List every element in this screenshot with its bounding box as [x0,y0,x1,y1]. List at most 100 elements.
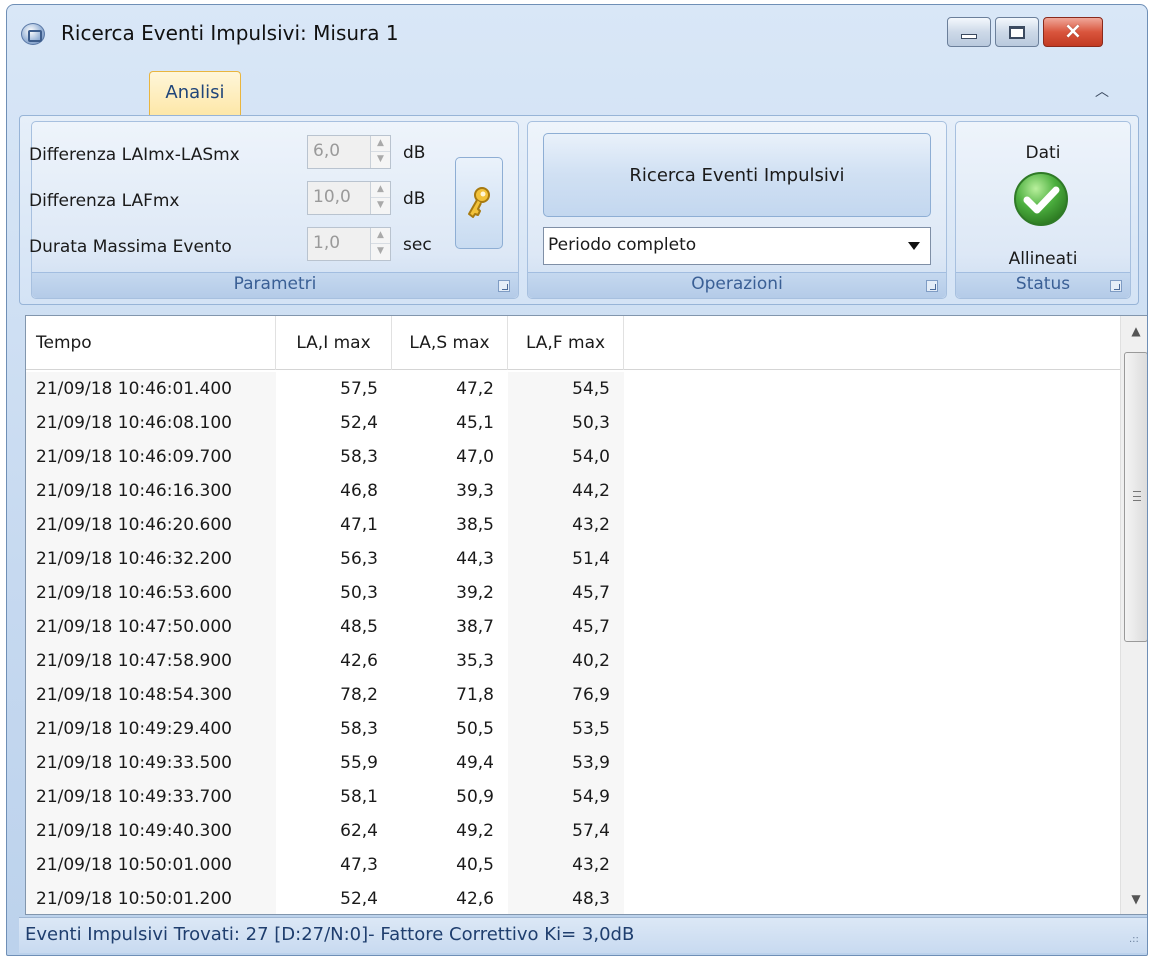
chevron-down-icon[interactable] [908,242,920,250]
table-row[interactable]: 21/09/18 10:47:58.900 42,6 35,3 40,2 [26,644,1120,678]
table-row[interactable]: 21/09/18 10:46:08.100 52,4 45,1 50,3 [26,406,1120,440]
status-launcher-icon[interactable] [1110,280,1122,292]
scrollbar-thumb[interactable] [1124,352,1147,642]
laimx-lasmx-stepper[interactable]: 6,0 ▲ ▼ [307,135,391,169]
scroll-up-icon[interactable]: ▲ [1121,316,1147,346]
maximize-icon [1009,25,1025,39]
stepper-up-icon[interactable]: ▲ [371,228,390,244]
close-icon: × [1063,19,1083,44]
cell-tempo: 21/09/18 10:48:54.300 [26,678,276,712]
resize-grip-icon[interactable]: .:: [1129,933,1143,947]
ricerca-eventi-button[interactable]: Ricerca Eventi Impulsivi [543,133,931,217]
table-row[interactable]: 21/09/18 10:49:33.500 55,9 49,4 53,9 [26,746,1120,780]
maximize-button[interactable] [995,17,1039,47]
cell-tempo: 21/09/18 10:50:01.000 [26,848,276,882]
stepper-up-icon[interactable]: ▲ [371,182,390,198]
lafmx-stepper[interactable]: 10,0 ▲ ▼ [307,181,391,215]
stepper-arrows: ▲ ▼ [370,136,390,168]
cell-tempo: 21/09/18 10:49:29.400 [26,712,276,746]
minimize-button[interactable] [947,17,991,47]
grid-rows: 21/09/18 10:46:01.400 57,5 47,2 54,5 21/09/… [26,372,1120,914]
cell-lai-max: 48,5 [340,617,378,637]
table-row[interactable]: 21/09/18 10:46:53.600 50,3 39,2 45,7 [26,576,1120,610]
key-button[interactable] [455,157,503,249]
vertical-scrollbar[interactable]: ▲ ▼ [1120,316,1147,914]
table-row[interactable]: 21/09/18 10:49:40.300 62,4 49,2 57,4 [26,814,1120,848]
table-row[interactable]: 21/09/18 10:47:50.000 48,5 38,7 45,7 [26,610,1120,644]
unit-label: sec [403,235,432,255]
cell-tempo: 21/09/18 10:49:33.700 [26,780,276,814]
table-row[interactable]: 21/09/18 10:48:54.300 78,2 71,8 76,9 [26,678,1120,712]
cell-laf-max: 54,9 [508,780,624,814]
cell-tempo: 21/09/18 10:49:33.500 [26,746,276,780]
cell-lai-max: 58,1 [340,787,378,807]
stepper-down-icon[interactable]: ▼ [371,198,390,214]
stepper-down-icon[interactable]: ▼ [371,152,390,168]
stepper-down-icon[interactable]: ▼ [371,244,390,260]
table-row[interactable]: 21/09/18 10:46:01.400 57,5 47,2 54,5 [26,372,1120,406]
cell-las-max: 47,2 [456,379,494,399]
cell-lai-max: 42,6 [340,651,378,671]
durata-stepper[interactable]: 1,0 ▲ ▼ [307,227,391,261]
cell-laf-max: 45,7 [508,576,624,610]
cell-lai-max: 58,3 [340,719,378,739]
cell-las-max: 49,2 [456,821,494,841]
cell-tempo: 21/09/18 10:46:20.600 [26,508,276,542]
stepper-up-icon[interactable]: ▲ [371,136,390,152]
cell-laf-max: 45,7 [508,610,624,644]
app-icon [21,23,45,45]
window-title: Ricerca Eventi Impulsivi: Misura 1 [61,21,399,45]
cell-laf-max: 44,2 [508,474,624,508]
cell-las-max: 47,0 [456,447,494,467]
cell-tempo: 21/09/18 10:47:50.000 [26,610,276,644]
table-row[interactable]: 21/09/18 10:46:20.600 47,1 38,5 43,2 [26,508,1120,542]
events-grid: Tempo LA,I max LA,S max LA,F max 21/09/1… [25,315,1147,915]
parametri-launcher-icon[interactable] [498,280,510,292]
table-row[interactable]: 21/09/18 10:50:01.200 52,4 42,6 48,3 [26,882,1120,914]
cell-tempo: 21/09/18 10:50:01.200 [26,882,276,914]
cell-laf-max: 57,4 [508,814,624,848]
cell-laf-max: 48,3 [508,882,624,914]
cell-laf-max: 53,9 [508,746,624,780]
cell-tempo: 21/09/18 10:47:58.900 [26,644,276,678]
stepper-value: 10,0 [313,187,351,207]
column-header-laf-max[interactable]: LA,F max [508,316,624,370]
stepper-arrows: ▲ ▼ [370,182,390,214]
table-row[interactable]: 21/09/18 10:50:01.000 47,3 40,5 43,2 [26,848,1120,882]
table-row[interactable]: 21/09/18 10:46:16.300 46,8 39,3 44,2 [26,474,1120,508]
cell-las-max: 45,1 [456,413,494,433]
scroll-down-icon[interactable]: ▼ [1121,884,1147,914]
minimize-icon [961,33,977,39]
cell-las-max: 39,3 [456,481,494,501]
tab-analisi[interactable]: Analisi [149,71,241,115]
column-header-tempo[interactable]: Tempo [26,316,276,370]
column-header-lai-max[interactable]: LA,I max [276,316,392,370]
cell-laf-max: 54,5 [508,372,624,406]
group-parametri-label: Parametri [233,274,317,294]
period-select[interactable]: Periodo completo [543,227,931,265]
table-row[interactable]: 21/09/18 10:46:09.700 58,3 47,0 54,0 [26,440,1120,474]
cell-las-max: 49,4 [456,753,494,773]
column-header-las-max[interactable]: LA,S max [392,316,508,370]
ribbon-collapse-icon[interactable]: ︿ [1093,81,1111,100]
cell-las-max: 44,3 [456,549,494,569]
stepper-value: 1,0 [313,233,341,253]
table-row[interactable]: 21/09/18 10:46:32.200 56,3 44,3 51,4 [26,542,1120,576]
cell-lai-max: 56,3 [340,549,378,569]
cell-tempo: 21/09/18 10:46:01.400 [26,372,276,406]
cell-lai-max: 58,3 [340,447,378,467]
cell-las-max: 35,3 [456,651,494,671]
operazioni-launcher-icon[interactable] [926,280,938,292]
cell-laf-max: 43,2 [508,848,624,882]
cell-laf-max: 76,9 [508,678,624,712]
close-button[interactable]: × [1043,17,1103,47]
param-label: Differenza LAFmx [29,191,180,211]
unit-label: dB [403,143,426,163]
period-select-value: Periodo completo [548,235,697,255]
table-row[interactable]: 21/09/18 10:49:33.700 58,1 50,9 54,9 [26,780,1120,814]
table-row[interactable]: 21/09/18 10:49:29.400 58,3 50,5 53,5 [26,712,1120,746]
check-circle-icon [1014,172,1068,226]
status-bar-text: Eventi Impulsivi Trovati: 27 [D:27/N:0]-… [25,924,635,945]
param-label: Durata Massima Evento [29,237,232,257]
cell-tempo: 21/09/18 10:46:32.200 [26,542,276,576]
